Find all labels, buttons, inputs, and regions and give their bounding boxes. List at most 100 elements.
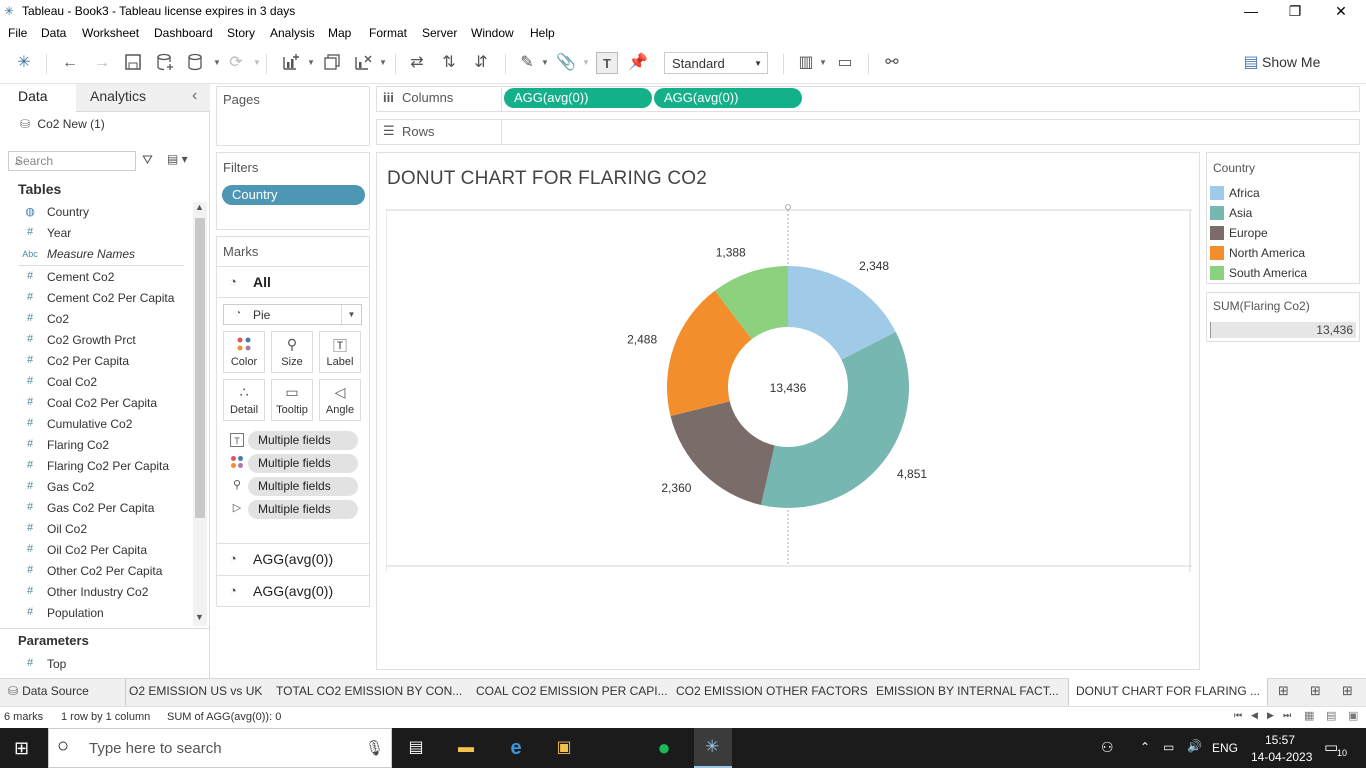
field-item[interactable]: ◍ Country [22,202,192,223]
menu-analysis[interactable]: Analysis [270,26,315,40]
show-me-button[interactable]: Show Me [1262,54,1320,70]
field-item[interactable]: # Cement Co2 Per Capita [22,288,192,309]
field-item[interactable]: # Co2 Per Capita [22,351,192,372]
size-multiple-fields-pill[interactable]: Multiple fields [248,477,358,496]
clock-date[interactable]: 14-04-2023 [1251,750,1312,764]
tabs-view-icon[interactable]: ▣ [1348,709,1358,722]
undo-icon[interactable]: ← [59,52,81,74]
marks-agg-tab-2[interactable]: AGG(avg(0)) [253,583,333,599]
tab-data[interactable]: Data [18,88,48,104]
label-button[interactable]: 🅃 Label [319,331,361,373]
spotify-icon[interactable]: ● [650,734,678,762]
task-view-icon[interactable]: ▤ [402,734,430,762]
volume-icon[interactable]: 🔊 [1187,739,1202,753]
donut-chart[interactable]: 13,436 2,348 4,851 2,360 2,488 1,388 [386,200,1192,574]
people-icon[interactable]: ⚇ [1101,739,1114,756]
share-icon[interactable]: ⚯ [881,52,903,74]
menu-map[interactable]: Map [328,26,351,40]
marks-agg-tab-1[interactable]: AGG(avg(0)) [253,551,333,567]
color-multiple-fields-pill[interactable]: Multiple fields [248,454,358,473]
column-pill-2[interactable]: AGG(avg(0)) [654,88,802,108]
menu-help[interactable]: Help [530,26,555,40]
clear-sheet-icon[interactable] [352,52,374,74]
taskbar-search-input[interactable]: ○ Type here to search 🎙 [48,728,392,768]
filter-pill-country[interactable]: Country [222,185,365,205]
sheet-tab-2[interactable]: TOTAL CO2 EMISSION BY CON... [276,684,462,698]
sheet-tab-5[interactable]: EMISSION BY INTERNAL FACT... [876,684,1059,698]
tab-analytics[interactable]: Analytics [90,88,146,104]
scroll-down-icon[interactable]: ▼ [195,612,204,622]
highlight-icon[interactable]: ✎ [516,52,538,74]
datasource-item[interactable]: ⛁ Co2 New (1) [20,117,105,131]
scroll-up-icon[interactable]: ▲ [195,202,204,212]
field-item[interactable]: # Cumulative Co2 [22,414,192,435]
color-button[interactable]: Color [223,331,265,373]
language-indicator[interactable]: ENG [1212,741,1238,755]
size-button[interactable]: ⚲ Size [271,331,313,373]
next-sheet-icon[interactable]: ▶ [1267,710,1274,721]
angle-multiple-fields-pill[interactable]: Multiple fields [248,500,358,519]
field-item[interactable]: # Flaring Co2 [22,435,192,456]
view-options-icon[interactable]: ▤ ▾ [167,152,188,166]
field-item[interactable]: # Population [22,603,192,624]
datasource-tab[interactable]: ⛁ Data Source [8,684,89,698]
tableau-taskbar-button[interactable]: ✳ [694,728,732,768]
field-item[interactable]: # Gas Co2 Per Capita [22,498,192,519]
search-input[interactable]: Search ⌕ [8,151,136,171]
menu-worksheet[interactable]: Worksheet [82,26,139,40]
new-story-tab-icon[interactable]: ⊞ [1342,683,1353,699]
fit-dropdown[interactable]: Standard ▼ [664,52,768,74]
redo-icon[interactable]: → [91,52,113,74]
tooltip-button[interactable]: ▭ Tooltip [271,379,313,421]
last-sheet-icon[interactable]: ⏭ [1283,710,1291,721]
field-item[interactable]: # Co2 [22,309,192,330]
sheet-tab-1[interactable]: O2 EMISSION US vs UK [129,684,262,698]
field-item[interactable]: # Coal Co2 [22,372,192,393]
menu-file[interactable]: File [8,26,27,40]
sheet-tab-3[interactable]: COAL CO2 EMISSION PER CAPI... [476,684,668,698]
tray-chevron-up-icon[interactable]: ⌃ [1140,740,1150,754]
field-item[interactable]: # Co2 Growth Prct [22,330,192,351]
group-members-icon[interactable]: 📎 [555,52,577,74]
show-mark-labels-icon[interactable]: T [596,52,618,74]
save-icon[interactable] [122,52,144,74]
data-pane-scrollbar[interactable]: ▲ ▼ [193,202,207,626]
fix-axes-icon[interactable]: 📌 [627,52,649,74]
new-worksheet-tab-icon[interactable]: ⊞ [1278,683,1289,699]
refresh-icon[interactable]: ⟳ [225,52,247,74]
new-worksheet-icon[interactable] [280,52,302,74]
parameter-item[interactable]: # Top [22,654,192,675]
menu-server[interactable]: Server [422,26,457,40]
battery-icon[interactable]: ▭ [1163,740,1174,754]
new-dashboard-tab-icon[interactable]: ⊞ [1310,683,1321,699]
sheet-tab-6[interactable]: DONUT CHART FOR FLARING ... [1076,684,1260,698]
field-item[interactable]: # Oil Co2 Per Capita [22,540,192,561]
filter-icon[interactable]: ⛛ [142,152,153,168]
presentation-mode-icon[interactable]: ▭ [834,52,856,74]
close-button[interactable]: ✕ [1318,0,1364,24]
prev-sheet-icon[interactable]: ◀ [1251,710,1258,721]
field-item[interactable]: # Coal Co2 Per Capita [22,393,192,414]
label-multiple-fields-pill[interactable]: Multiple fields [248,431,358,450]
mark-type-dropdown[interactable]: ◔ Pie ▼ [223,304,362,325]
marks-all-label[interactable]: All [253,274,271,290]
detail-button[interactable]: ∴ Detail [223,379,265,421]
first-sheet-icon[interactable]: ⏮ [1234,710,1242,721]
field-item[interactable]: # Other Industry Co2 [22,582,192,603]
column-pill-1[interactable]: AGG(avg(0)) [504,88,652,108]
grid-view-icon[interactable]: ▦ [1304,709,1314,722]
sort-ascending-icon[interactable]: ⇅ [438,52,460,74]
pause-updates-icon[interactable] [185,52,207,74]
edge-icon[interactable]: e [502,734,530,762]
menu-window[interactable]: Window [471,26,514,40]
clock-time[interactable]: 15:57 [1265,733,1295,747]
duplicate-sheet-icon[interactable] [321,52,343,74]
menu-story[interactable]: Story [227,26,255,40]
field-item[interactable]: # Oil Co2 [22,519,192,540]
menu-dashboard[interactable]: Dashboard [154,26,213,40]
swap-rows-columns-icon[interactable]: ⇄ [406,52,428,74]
show-cards-icon[interactable]: ▥ [795,52,817,74]
menu-format[interactable]: Format [369,26,407,40]
field-item[interactable]: # Flaring Co2 Per Capita [22,456,192,477]
scrollbar-thumb[interactable] [195,218,205,518]
